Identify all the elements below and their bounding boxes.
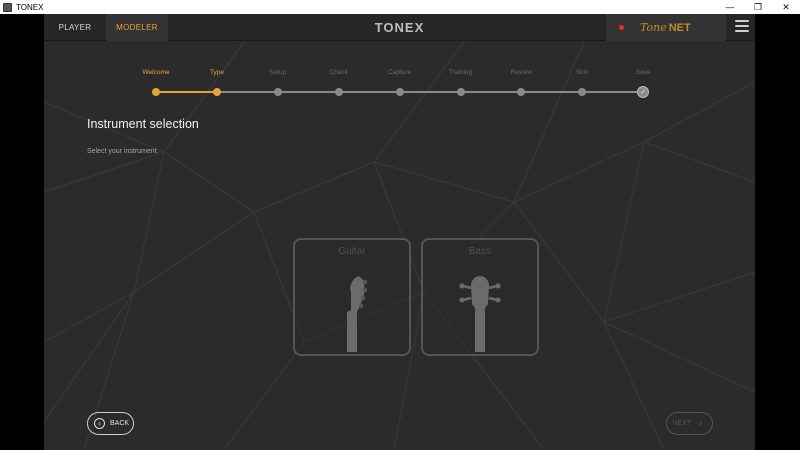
step-connector [338, 91, 400, 93]
step-connector [277, 91, 339, 93]
step-dot-welcome [152, 88, 160, 96]
record-indicator [619, 25, 624, 30]
progress-stepper: Welcome Type Setup Check Capture Training Revi… [44, 42, 755, 102]
app-window: PLAYER MODELER TONEX Tone NET Welcome Type… [44, 14, 755, 450]
chevron-right-icon: › [698, 417, 703, 429]
step-dot-skin [578, 88, 587, 96]
tone-net-area[interactable]: Tone NET [606, 14, 726, 41]
minimize-button[interactable]: — [716, 0, 744, 14]
step-label-training: Training [448, 69, 473, 76]
tone-net-suffix: NET [668, 22, 691, 34]
step-label-review: Review [510, 69, 533, 76]
step-connector [582, 91, 644, 93]
chevron-left-icon: ‹ [94, 418, 105, 429]
window-title: TONEX [16, 2, 44, 12]
step-connector [399, 91, 461, 93]
step-dot-setup [273, 88, 282, 96]
step-connector [521, 91, 583, 93]
menu-bar-line [735, 20, 749, 22]
step-label-save: Save [635, 69, 651, 76]
page-subtitle: Select your instrument. [87, 148, 159, 155]
step-label-welcome: Welcome [142, 69, 170, 76]
step-connector [216, 91, 278, 93]
tone-net-logo[interactable]: Tone NET [640, 21, 691, 34]
menu-bar-line [735, 30, 749, 32]
checkmark-icon: ✓ [637, 86, 650, 98]
hamburger-menu-icon[interactable] [735, 20, 749, 32]
tab-modeler[interactable]: MODELER [106, 14, 168, 41]
step-connector [156, 91, 217, 93]
bass-headstock-icon [459, 276, 501, 352]
guitar-card[interactable]: Guitar [293, 238, 411, 356]
maximize-button[interactable]: ❐ [744, 0, 772, 14]
tone-net-prefix: Tone [640, 21, 667, 34]
back-label: BACK [110, 420, 130, 427]
window-titlebar: TONEX — ❐ ✕ [0, 0, 800, 14]
menu-bar-line [735, 25, 749, 27]
close-button[interactable]: ✕ [772, 0, 800, 14]
back-button[interactable]: ‹ BACK [87, 412, 134, 435]
left-margin [0, 14, 44, 450]
page-title: Instrument selection [87, 117, 199, 131]
step-label-capture: Capture [388, 69, 412, 76]
right-margin [755, 14, 800, 450]
top-bar: PLAYER MODELER TONEX Tone NET [44, 14, 755, 41]
step-dot-training [456, 88, 465, 96]
next-button[interactable]: NEXT › [666, 412, 713, 435]
step-label-skin: Skin [575, 69, 589, 76]
step-dot-check [334, 88, 343, 96]
step-dot-type [212, 88, 221, 96]
bass-card[interactable]: Bass [421, 238, 539, 356]
tab-player[interactable]: PLAYER [44, 14, 106, 41]
step-label-setup: Setup [269, 69, 287, 76]
step-dot-review [517, 88, 526, 96]
step-label-type: Type [209, 69, 224, 76]
step-connector [460, 91, 522, 93]
guitar-headstock-icon [347, 276, 368, 352]
next-label: NEXT [672, 420, 691, 427]
step-label-check: Check [329, 69, 348, 76]
step-dot-capture [395, 88, 404, 96]
window-controls: — ❐ ✕ [716, 0, 800, 14]
app-icon [3, 2, 12, 12]
